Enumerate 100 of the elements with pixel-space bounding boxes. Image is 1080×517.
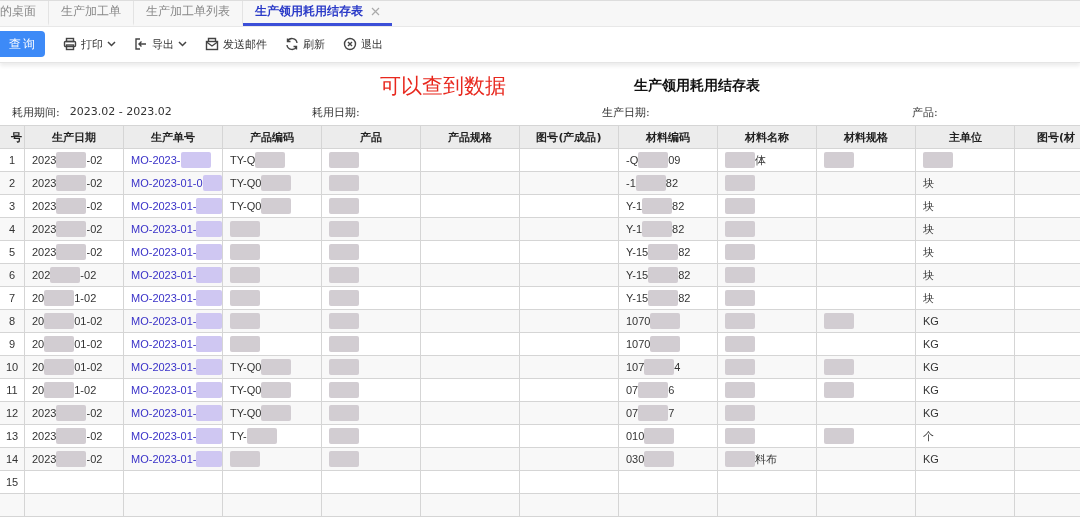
- table-cell[interactable]: MO-2023-01-: [124, 356, 223, 379]
- table-cell: 2023 -02: [25, 425, 124, 448]
- table-cell: Y-15 82: [619, 264, 718, 287]
- table-cell: 料布: [718, 448, 817, 471]
- table-cell[interactable]: MO-2023-01-: [124, 333, 223, 356]
- mail-icon: [205, 37, 219, 52]
- table-cell: 2: [0, 172, 25, 195]
- table-cell: 1: [0, 149, 25, 172]
- table-cell[interactable]: MO-2023-01-: [124, 310, 223, 333]
- table-cell: 13: [0, 425, 25, 448]
- table-cell: 030: [619, 448, 718, 471]
- toolbar-button[interactable]: 导出: [134, 37, 187, 52]
- table-cell: 20 01-02: [25, 356, 124, 379]
- table-cell: 2023 -02: [25, 149, 124, 172]
- tab[interactable]: 的桌面: [0, 1, 49, 26]
- column-header: 产品: [322, 126, 421, 149]
- table-cell: [1015, 494, 1080, 517]
- table-cell: 10: [0, 356, 25, 379]
- table-cell: 11: [0, 379, 25, 402]
- column-header: 材料编码: [619, 126, 718, 149]
- table-cell: [1015, 218, 1080, 241]
- close-icon[interactable]: [371, 7, 380, 17]
- table-cell: TY-: [223, 425, 322, 448]
- column-header: 生产单号: [124, 126, 223, 149]
- table-cell: 07 7: [619, 402, 718, 425]
- table-cell: TY-Q0: [223, 402, 322, 425]
- table-cell: [1015, 172, 1080, 195]
- filter-label: 耗用日期:: [312, 104, 360, 120]
- export-icon: [134, 37, 148, 52]
- column-header: 材料名称: [718, 126, 817, 149]
- column-header: 材料规格: [817, 126, 916, 149]
- table-cell: 15: [0, 471, 25, 494]
- toolbar-button[interactable]: 发送邮件: [205, 37, 267, 52]
- table-cell: TY-Q0: [223, 356, 322, 379]
- table-cell: 20 01-02: [25, 333, 124, 356]
- annotation-text: 可以查到数据: [380, 73, 506, 101]
- table-cell: 8: [0, 310, 25, 333]
- table-cell: [1015, 402, 1080, 425]
- table-cell[interactable]: MO-2023-01-: [124, 448, 223, 471]
- filter-value: 2023.02 - 2023.02: [69, 104, 172, 120]
- table-cell[interactable]: MO-2023-01-: [124, 425, 223, 448]
- column-header: 生产日期: [25, 126, 124, 149]
- table-cell: 2023 -02: [25, 241, 124, 264]
- table-cell[interactable]: MO-2023-01-: [124, 402, 223, 425]
- tab[interactable]: 生产领用耗用结存表: [243, 1, 392, 26]
- table-cell[interactable]: MO-2023-01-: [124, 218, 223, 241]
- table-cell: 块: [916, 172, 1015, 195]
- table-cell[interactable]: MO-2023-: [124, 149, 223, 172]
- table-cell: 2023 -02: [25, 172, 124, 195]
- table-cell: 块: [916, 287, 1015, 310]
- table-cell: Y-1 82: [619, 195, 718, 218]
- table-cell: 2023 -02: [25, 218, 124, 241]
- table-cell: 20 01-02: [25, 310, 124, 333]
- table-cell: 块: [916, 195, 1015, 218]
- table-cell[interactable]: MO-2023-01-: [124, 379, 223, 402]
- table-cell: KG: [916, 333, 1015, 356]
- toolbar-button[interactable]: 打印: [63, 37, 116, 52]
- table-cell: KG: [916, 379, 1015, 402]
- table-cell: 12: [0, 402, 25, 425]
- table-cell: 个: [916, 425, 1015, 448]
- table-cell[interactable]: MO-2023-01-: [124, 195, 223, 218]
- table-cell[interactable]: MO-2023-01-: [124, 241, 223, 264]
- table-cell: 9: [0, 333, 25, 356]
- refresh-icon: [285, 37, 299, 52]
- tab[interactable]: 生产加工单: [49, 1, 134, 26]
- table-cell: [1015, 356, 1080, 379]
- table-cell: 202 -02: [25, 264, 124, 287]
- filter-label: 生产日期:: [602, 104, 650, 120]
- table-cell: 3: [0, 195, 25, 218]
- column-header: 主单位: [916, 126, 1015, 149]
- table-cell: 6: [0, 264, 25, 287]
- table-cell: 体: [718, 149, 817, 172]
- table-cell: TY-Q0: [223, 195, 322, 218]
- tab[interactable]: 生产加工单列表: [134, 1, 243, 26]
- table-cell: 2023 -02: [25, 448, 124, 471]
- column-header: 图号(产成品): [520, 126, 619, 149]
- filter-label: 产品:: [912, 104, 938, 120]
- table-cell: 4: [0, 218, 25, 241]
- column-header: 号: [0, 126, 25, 149]
- toolbar-button[interactable]: 刷新: [285, 37, 325, 52]
- table-cell: [1015, 264, 1080, 287]
- table-cell[interactable]: MO-2023-01-: [124, 287, 223, 310]
- table-cell: 07 6: [619, 379, 718, 402]
- table-cell[interactable]: MO-2023-01-: [124, 264, 223, 287]
- table-cell: TY-Q0: [223, 379, 322, 402]
- table-cell: KG: [916, 310, 1015, 333]
- table-cell: 107 4: [619, 356, 718, 379]
- table-cell: 010: [619, 425, 718, 448]
- table-cell: 14: [0, 448, 25, 471]
- table-cell: TY-Q0: [223, 172, 322, 195]
- toolbar-button[interactable]: 退出: [343, 37, 383, 52]
- close-circle-icon: [343, 37, 357, 52]
- column-header: 产品编码: [223, 126, 322, 149]
- table-cell: Y-1 82: [619, 218, 718, 241]
- table-cell: 20 1-02: [25, 379, 124, 402]
- column-header: 图号(材: [1015, 126, 1080, 149]
- table-cell: 2023 -02: [25, 195, 124, 218]
- table-cell: 2023 -02: [25, 402, 124, 425]
- table-cell: 20 1-02: [25, 287, 124, 310]
- table-cell[interactable]: MO-2023-01-0: [124, 172, 223, 195]
